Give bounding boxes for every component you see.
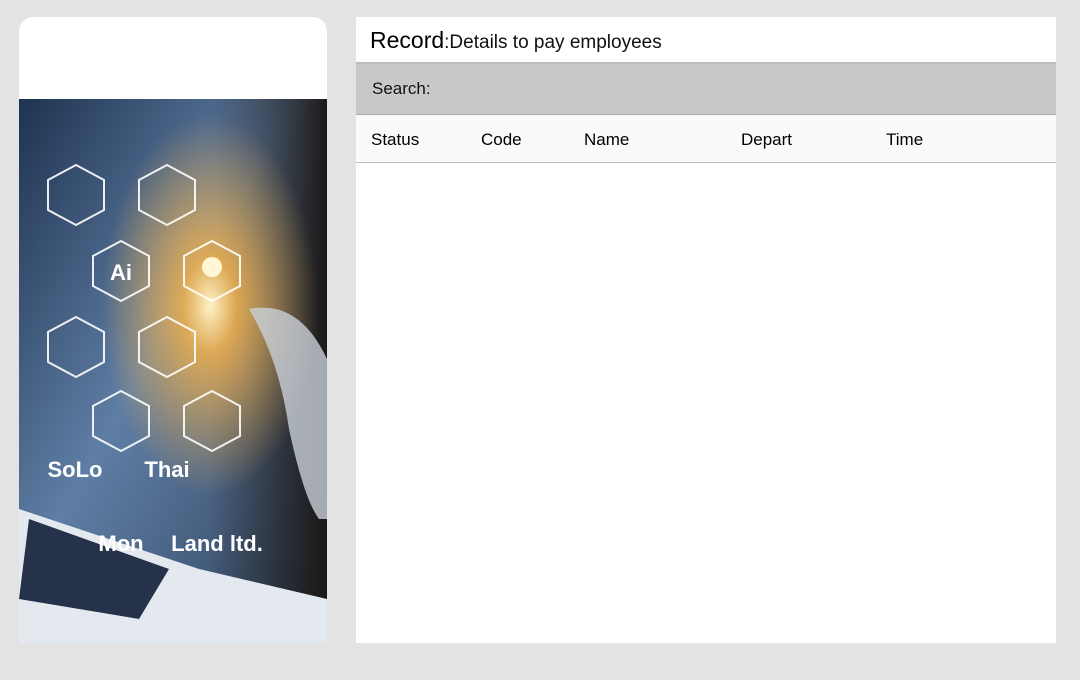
column-header-name[interactable]: Name (584, 130, 629, 150)
hero-image: Ai SoLo Thai Mon Land ltd. (19, 99, 327, 643)
search-bar: Search: (356, 64, 1056, 115)
overlay-label-mon: Mon (98, 531, 143, 556)
column-header-depart[interactable]: Depart (741, 130, 792, 150)
column-header-status[interactable]: Status (371, 130, 419, 150)
table-header: Status Code Name Depart Time (356, 115, 1056, 163)
overlay-label-solo: SoLo (48, 457, 103, 482)
left-panel: Ai SoLo Thai Mon Land ltd. (19, 17, 327, 643)
column-header-code[interactable]: Code (481, 130, 522, 150)
overlay-label-land-ltd: Land ltd. (171, 531, 263, 556)
search-input[interactable] (438, 73, 1003, 105)
title-bar: Record :Details to pay employees (356, 17, 1056, 64)
svg-text:Ai: Ai (110, 260, 132, 285)
hero-illustration: Ai SoLo Thai Mon Land ltd. (19, 99, 327, 643)
column-header-time[interactable]: Time (886, 130, 923, 150)
page-title: Record (370, 27, 445, 53)
record-panel: Record :Details to pay employees Search:… (356, 17, 1056, 643)
overlay-label-thai: Thai (144, 457, 189, 482)
search-label: Search: (372, 79, 431, 98)
page-subtitle: :Details to pay employees (444, 31, 662, 53)
